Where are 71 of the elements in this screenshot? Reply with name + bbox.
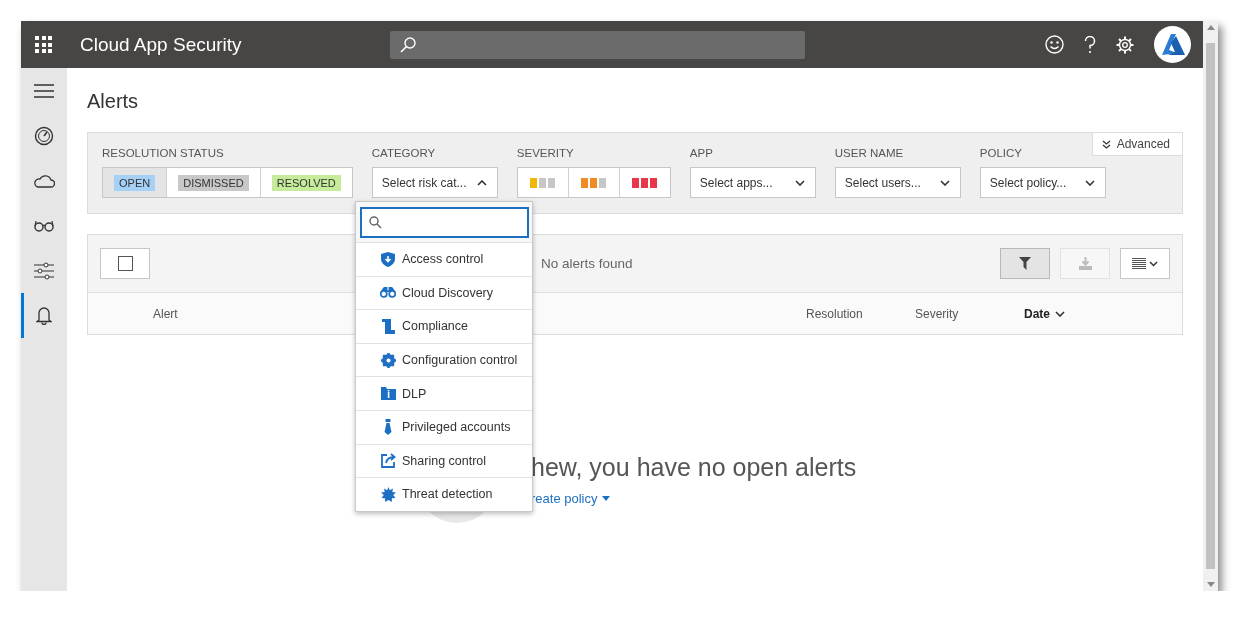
menu-icon[interactable]: [34, 83, 54, 98]
category-option[interactable]: DLP: [356, 377, 532, 411]
list-view-icon: [1132, 257, 1158, 270]
filter-label: CATEGORY: [371, 147, 437, 160]
category-option[interactable]: Privileged accounts: [356, 410, 532, 445]
filter-icon: [1019, 257, 1031, 270]
binoculars-icon: [380, 287, 396, 299]
gear-icon: [380, 352, 396, 368]
info-folder-icon: [380, 387, 396, 401]
settings-icon[interactable]: [1116, 35, 1134, 54]
double-chevron-icon: [1101, 139, 1111, 149]
category-option[interactable]: Threat detection: [356, 478, 532, 511]
column-header[interactable]: Resolution: [806, 306, 915, 321]
search-icon: [369, 216, 382, 229]
column-header[interactable]: Date: [1024, 306, 1182, 321]
glasses-icon[interactable]: [33, 219, 55, 232]
page-title: Alerts: [87, 89, 140, 113]
category-option[interactable]: Compliance: [356, 310, 532, 344]
caret-icon: [602, 496, 611, 501]
tie-icon: [384, 419, 392, 436]
triangle-logo-icon: [1160, 34, 1185, 55]
cloud-icon[interactable]: [33, 173, 55, 188]
chevron-down-icon: [794, 179, 805, 186]
sliders-icon[interactable]: [34, 261, 54, 280]
filter-label: SEVERITY: [516, 147, 575, 160]
search-icon: [400, 36, 416, 53]
share-icon: [380, 453, 396, 469]
column-label: Date: [1024, 306, 1050, 321]
columns-button[interactable]: [1120, 248, 1170, 279]
category-option[interactable]: Cloud Discovery: [356, 276, 532, 311]
gauge-icon[interactable]: [34, 125, 54, 146]
category-option[interactable]: Access control: [356, 243, 532, 277]
category-option[interactable]: Configuration control: [356, 343, 532, 378]
smiley-icon[interactable]: [1045, 35, 1064, 54]
bell-icon[interactable]: [36, 306, 52, 325]
search-field[interactable]: [360, 207, 529, 238]
status-toggle[interactable]: OPEN: [103, 168, 168, 197]
empty-state-message: hew, you have no open alerts: [531, 453, 858, 482]
account-avatar[interactable]: [1154, 26, 1191, 63]
scroll-icon: [381, 319, 395, 334]
download-icon: [1078, 257, 1092, 270]
status-tag: OPEN: [114, 174, 156, 191]
status-tag: DISMISSED: [178, 174, 249, 191]
status-tag: RESOLVED: [271, 174, 341, 191]
category-option[interactable]: Sharing control: [356, 444, 532, 479]
filter-dropdown[interactable]: Select policy...: [979, 167, 1106, 198]
select-all-checkbox[interactable]: [100, 248, 150, 279]
scroll-up-icon[interactable]: [1206, 25, 1215, 30]
filter-label: RESOLUTION STATUS: [102, 147, 225, 160]
filter-label: USER NAME: [834, 147, 905, 160]
chevron-down-icon: [1055, 310, 1065, 317]
starburst-icon: [380, 486, 396, 502]
shield-icon: [381, 251, 395, 267]
chevron-down-icon: [1084, 179, 1095, 186]
help-icon[interactable]: [1084, 35, 1096, 54]
filter-dropdown[interactable]: Select users...: [834, 167, 961, 198]
scrollbar[interactable]: [1203, 21, 1218, 591]
advanced-button[interactable]: Advanced: [1091, 132, 1183, 156]
app-launcher-icon[interactable]: [35, 36, 52, 53]
status-message: No alerts found: [541, 256, 633, 271]
column-header[interactable]: Severity: [915, 306, 1024, 321]
filter-label: APP: [689, 147, 714, 160]
chevron-down-icon: [939, 179, 950, 186]
app-title: Cloud App Security: [80, 33, 243, 56]
search-field[interactable]: [390, 30, 805, 59]
category-dropdown[interactable]: Select risk cat...: [371, 167, 498, 198]
filter-label: POLICY: [979, 147, 1023, 160]
filter-dropdown[interactable]: Select apps...: [689, 167, 816, 198]
chevron-up-icon: [476, 179, 487, 186]
scroll-down-icon[interactable]: [1206, 582, 1215, 587]
filter-button[interactable]: [1000, 248, 1050, 279]
